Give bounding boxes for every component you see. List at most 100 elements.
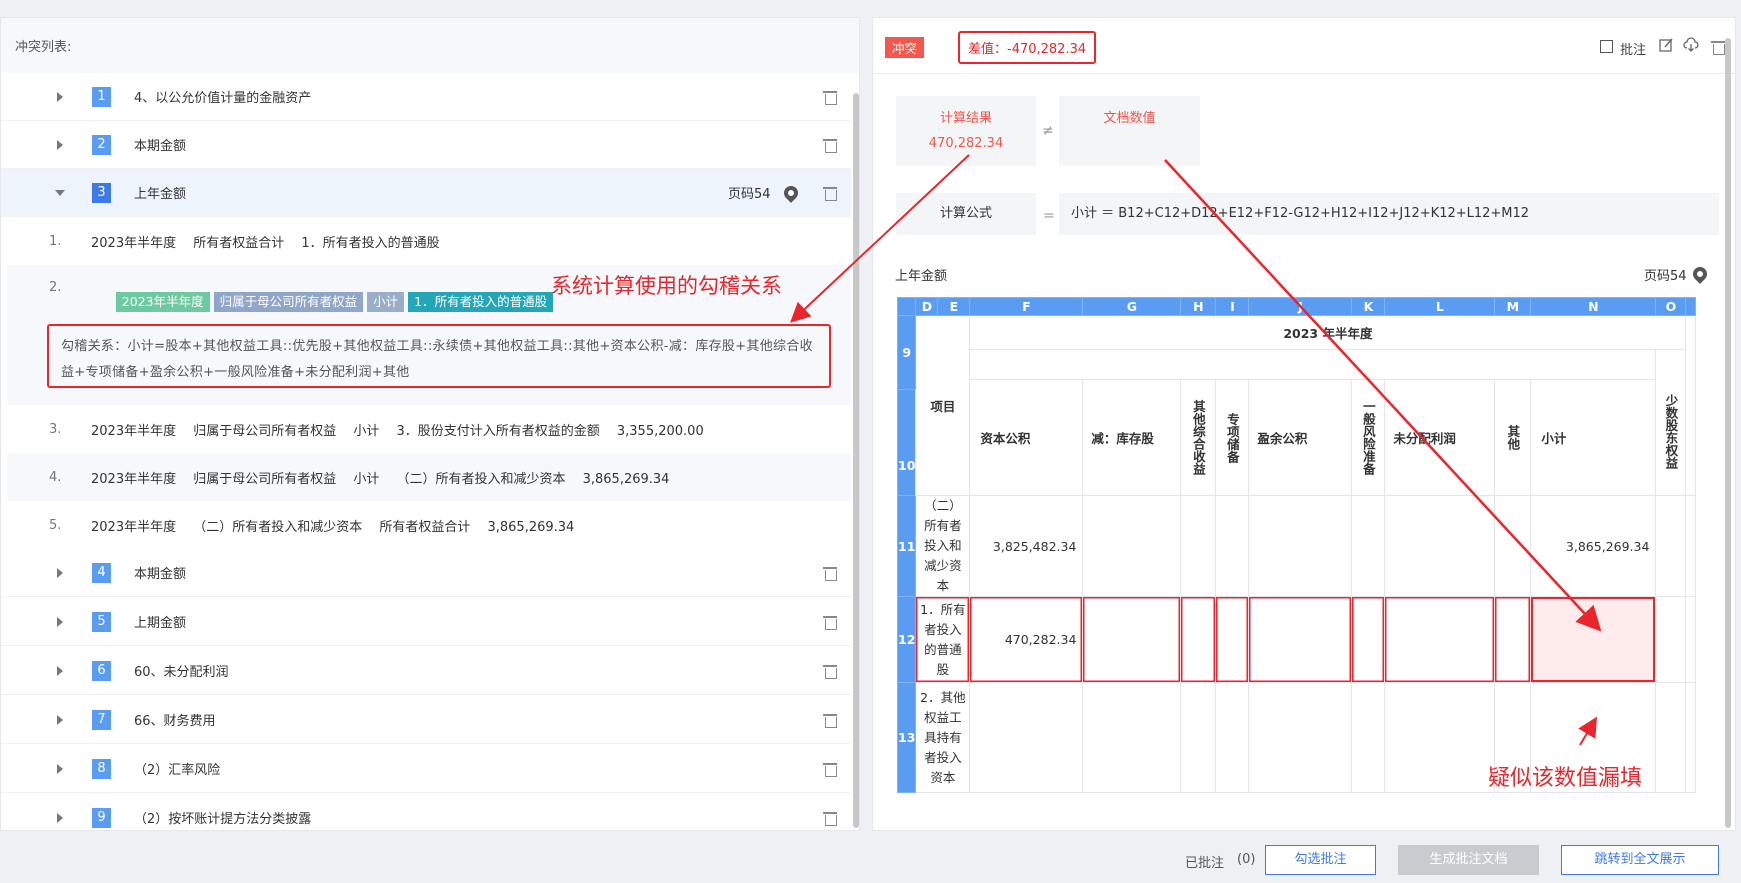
annotate-checkbox[interactable] xyxy=(1600,40,1613,53)
trash-icon[interactable] xyxy=(823,185,837,201)
conflict-row-6[interactable]: 6 60、未分配利润 xyxy=(1,647,851,695)
left-scrollbar[interactable] xyxy=(853,93,859,828)
expand-icon[interactable] xyxy=(57,763,63,774)
equal-sign: = xyxy=(1043,208,1055,224)
sub-text: 2023年半年度 所有者权益合计 1．所有者投入的普通股 xyxy=(91,235,440,251)
sub-item-3[interactable]: 3. 2023年半年度 归属于母公司所有者权益 小计 3．股份支付计入所有者权益… xyxy=(7,405,851,453)
sub-item-5[interactable]: 5. 2023年半年度 （二）所有者投入和减少资本 所有者权益合计 3,865,… xyxy=(7,501,851,549)
col-header-blank xyxy=(1685,297,1697,316)
conflict-row-7[interactable]: 7 66、财务费用 xyxy=(1,696,851,744)
cell xyxy=(1494,596,1532,683)
annotated-count: (0) xyxy=(1237,852,1256,867)
edit-icon[interactable] xyxy=(1658,37,1674,53)
sub-text: 2023年半年度 （二）所有者投入和减少资本 所有者权益合计 3,865,269… xyxy=(91,519,575,535)
row-label: 上年金额 xyxy=(134,187,187,202)
row-label: （2）汇率风险 xyxy=(134,763,221,778)
row-header-13: 13 xyxy=(896,682,917,793)
select-annotation-button[interactable]: 勾选批注 xyxy=(1265,845,1376,875)
col-J-header: 盈余公积 xyxy=(1248,379,1353,496)
sub-text: 2023年半年度 归属于母公司所有者权益 小计 3．股份支付计入所有者权益的金额… xyxy=(91,423,704,439)
trash-icon[interactable] xyxy=(823,89,837,105)
col-F-header: 资本公积 xyxy=(969,379,1084,496)
row-label: （2）按坏账计提方法分类披露 xyxy=(134,812,312,827)
divider xyxy=(873,73,1735,74)
col-header-L: L xyxy=(1384,297,1496,316)
trash-icon[interactable] xyxy=(823,614,837,630)
row-13-item: 2．其他权益工具持有者投入资本 xyxy=(915,682,971,793)
cloud-download-icon[interactable] xyxy=(1683,37,1699,53)
trash-icon[interactable] xyxy=(823,137,837,153)
missing-annotation: 疑似该数值漏填 xyxy=(1488,766,1643,791)
row-number: 3 xyxy=(92,182,111,203)
tag-group: 2023年半年度 归属于母公司所有者权益 小计 1．所有者投入的普通股 xyxy=(91,277,557,327)
conflict-row-2[interactable]: 2 本期金额 xyxy=(1,121,851,169)
row-label: 4、以公允价值计量的金融资产 xyxy=(134,91,312,106)
expand-icon[interactable] xyxy=(57,812,63,823)
col-header-I: I xyxy=(1215,297,1250,316)
row-label: 上期金额 xyxy=(134,616,187,631)
expand-icon[interactable] xyxy=(57,616,63,627)
conflict-row-8[interactable]: 8 （2）汇率风险 xyxy=(1,745,851,793)
row-number: 2 xyxy=(92,134,111,155)
expand-icon[interactable] xyxy=(57,139,63,150)
cell xyxy=(1655,682,1687,793)
cell xyxy=(1248,682,1353,793)
row-12-N-missing[interactable] xyxy=(1530,596,1657,683)
conflict-row-9[interactable]: 9 （2）按坏账计提方法分类披露 xyxy=(1,794,851,830)
expand-icon[interactable] xyxy=(57,567,63,578)
formula-label: 计算公式 xyxy=(896,193,1036,235)
row-header-11: 11 xyxy=(896,495,917,597)
location-pin-icon[interactable] xyxy=(1690,264,1710,284)
conflict-row-5[interactable]: 5 上期金额 xyxy=(1,598,851,646)
conflict-row-4[interactable]: 4 本期金额 xyxy=(1,549,851,597)
trash-icon[interactable] xyxy=(823,810,837,826)
right-scrollbar[interactable] xyxy=(1725,38,1731,828)
item-header: 项目 xyxy=(915,315,971,496)
conflict-badge: 冲突 xyxy=(885,37,925,58)
trash-icon[interactable] xyxy=(1711,39,1725,55)
calc-result-value: 470,282.34 xyxy=(928,136,1004,151)
sub-index: 2. xyxy=(49,280,62,295)
location-pin-icon[interactable] xyxy=(781,182,801,203)
cell xyxy=(1180,495,1217,597)
expand-icon[interactable] xyxy=(57,91,63,102)
row-12-item: 1．所有者投入的普通股 xyxy=(915,596,971,683)
trash-icon[interactable] xyxy=(823,712,837,728)
row-number: 5 xyxy=(92,611,111,632)
conflict-row-1[interactable]: 1 4、以公允价值计量的金融资产 xyxy=(1,73,851,121)
cell xyxy=(1215,596,1250,683)
row-12-F: 470,282.34 xyxy=(969,596,1084,683)
row-label: 66、财务费用 xyxy=(134,714,216,729)
trash-icon[interactable] xyxy=(823,663,837,679)
diff-value: 差值：-470,282.34 xyxy=(958,31,1097,64)
col-K-header: 一般风险准备 xyxy=(1351,379,1386,496)
cell xyxy=(1384,596,1496,683)
cell xyxy=(1351,495,1386,597)
expand-icon[interactable] xyxy=(57,665,63,676)
trash-icon[interactable] xyxy=(823,761,837,777)
expand-icon[interactable] xyxy=(57,714,63,725)
conflict-row-3[interactable]: 3 上年金额 页码54 xyxy=(1,169,851,217)
cell xyxy=(1248,495,1353,597)
spacer-cell xyxy=(1685,315,1697,496)
collapse-icon[interactable] xyxy=(55,189,65,196)
trash-icon[interactable] xyxy=(823,565,837,581)
col-I-header: 专项储备 xyxy=(1215,379,1250,496)
jump-fulltext-button[interactable]: 跳转到全文展示 xyxy=(1561,845,1719,875)
cell xyxy=(1351,596,1386,683)
cell xyxy=(1082,495,1182,597)
generate-annotation-doc-button[interactable]: 生成批注文档 xyxy=(1398,845,1539,875)
period-header: 2023 年半年度 xyxy=(969,315,1687,350)
row-11-F: 3,825,482.34 xyxy=(969,495,1084,597)
col-header-M: M xyxy=(1494,297,1532,316)
cell xyxy=(1655,596,1687,683)
doc-value-card: 文档数值 xyxy=(1059,96,1200,166)
sub-index: 5. xyxy=(49,517,62,533)
cell xyxy=(969,682,1084,793)
not-equal-sign: ≠ xyxy=(1042,123,1054,139)
col-header-O: O xyxy=(1655,297,1687,316)
sub-item-4[interactable]: 4. 2023年半年度 归属于母公司所有者权益 小计 （二）所有者投入和减少资本… xyxy=(7,453,851,501)
conflict-detail-panel: 冲突 差值：-470,282.34 批注 计算结果 470,282.34 ≠ 文… xyxy=(872,17,1736,831)
conflict-list-panel: 冲突列表: 1 4、以公允价值计量的金融资产 2 本期金额 3 上年金额 页码5… xyxy=(0,17,860,831)
sub-item-1[interactable]: 1. 2023年半年度 所有者权益合计 1．所有者投入的普通股 xyxy=(7,217,851,265)
